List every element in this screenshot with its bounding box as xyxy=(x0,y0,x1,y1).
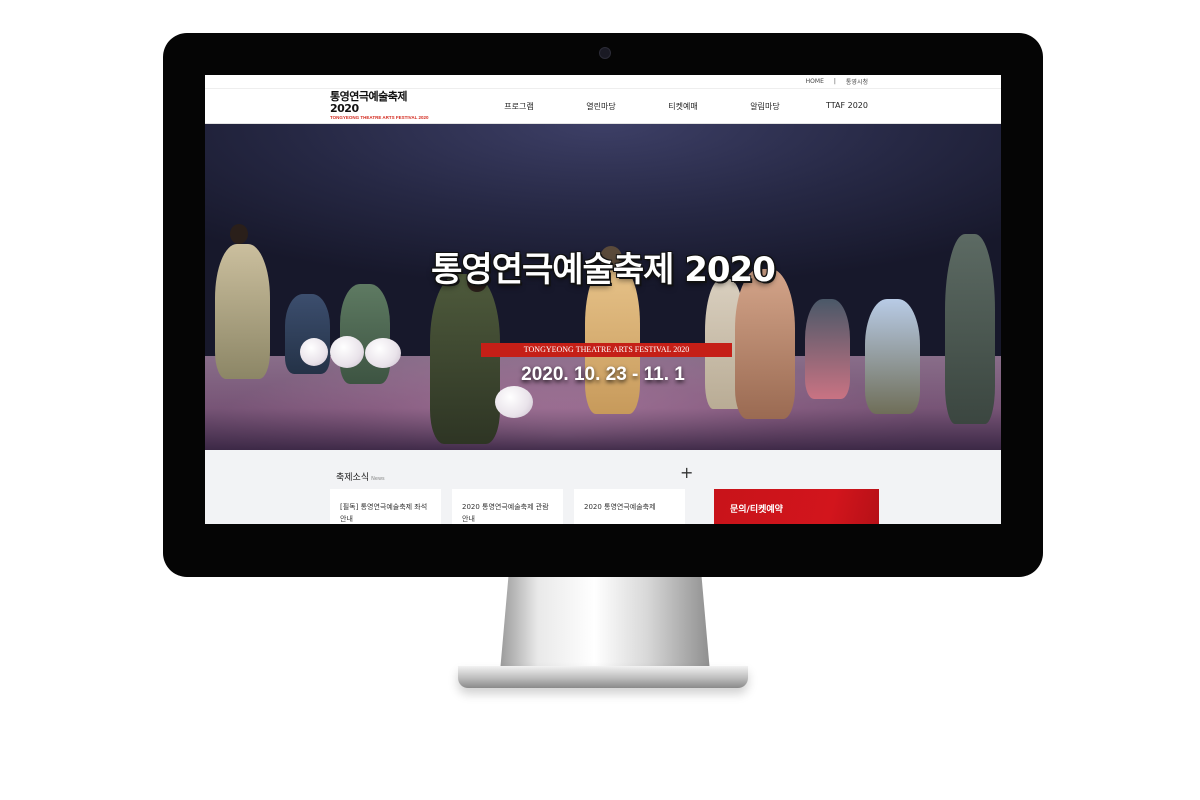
performer-head xyxy=(230,224,248,244)
nav-item-program[interactable]: 프로그램 xyxy=(478,101,560,112)
hero-ribbon: TONGYEONG THEATRE ARTS FESTIVAL 2020 xyxy=(481,343,732,357)
city-hall-link[interactable]: 통영시청 xyxy=(846,77,868,86)
logo-title: 통영연극예술축제 2020 xyxy=(330,90,407,115)
monitor-stand xyxy=(500,577,710,672)
logo-subtitle: TONGYEONG THEATRE ARTS FESTIVAL 2020 xyxy=(330,115,429,120)
more-news-icon[interactable]: + xyxy=(680,463,693,482)
festival-dates: 2020. 10. 23 - 11. 1 xyxy=(521,364,685,385)
news-card-text: [필독] 통영연극예술축제 좌석안내 xyxy=(340,503,428,523)
contact-label: 문의/티켓예약 xyxy=(730,505,783,515)
hero-banner[interactable]: 통영연극예술축제 2020 TONGYEONG THEATRE ARTS FES… xyxy=(205,124,1001,451)
nav-menu: 프로그램 열린마당 티켓예매 알림마당 TTAF 2020 xyxy=(478,101,888,112)
hero-title: 통영연극예술축제 2020 xyxy=(431,250,776,290)
news-heading-sub: News xyxy=(371,476,385,482)
news-heading: 축제소식 News xyxy=(336,470,385,483)
performer-figure xyxy=(735,269,795,419)
nav-item-tickets[interactable]: 티켓예매 xyxy=(642,101,724,112)
nav-item-notices[interactable]: 알림마당 xyxy=(724,101,806,112)
utility-bar: HOME | 통영시청 xyxy=(205,75,1001,89)
news-card[interactable]: [필독] 통영연극예술축제 좌석안내 xyxy=(330,489,441,524)
website-screen: HOME | 통영시청 통영연극예술축제 2020 TONGYEONG THEA… xyxy=(205,75,1001,524)
news-card-text: 2020 통영연극예술축제 xyxy=(584,503,656,511)
news-card[interactable]: 2020 통영연극예술축제 관람안내 xyxy=(452,489,563,524)
nav-item-ttaf[interactable]: TTAF 2020 xyxy=(806,101,888,112)
contact-ticket-button[interactable]: 문의/티켓예약 xyxy=(714,489,879,524)
performer-figure xyxy=(430,274,500,444)
main-navigation: 통영연극예술축제 2020 TONGYEONG THEATRE ARTS FES… xyxy=(205,89,1001,124)
monitor-base xyxy=(458,666,748,688)
utility-separator: | xyxy=(833,78,836,85)
festival-logo[interactable]: 통영연극예술축제 2020 TONGYEONG THEATRE ARTS FES… xyxy=(330,90,430,121)
news-card[interactable]: 2020 통영연극예술축제 xyxy=(574,489,685,524)
news-section: 축제소식 News + [필독] 통영연극예술축제 좌석안내 2020 통영연극예… xyxy=(205,450,1001,524)
home-link[interactable]: HOME xyxy=(806,78,824,85)
performer-figure xyxy=(865,299,920,414)
nav-item-open-forum[interactable]: 열린마당 xyxy=(560,101,642,112)
webcam-icon xyxy=(599,47,611,59)
stage-orb xyxy=(300,338,328,366)
news-card-text: 2020 통영연극예술축제 관람안내 xyxy=(462,503,549,523)
news-heading-label: 축제소식 xyxy=(336,473,370,483)
stage-orb xyxy=(495,386,533,418)
